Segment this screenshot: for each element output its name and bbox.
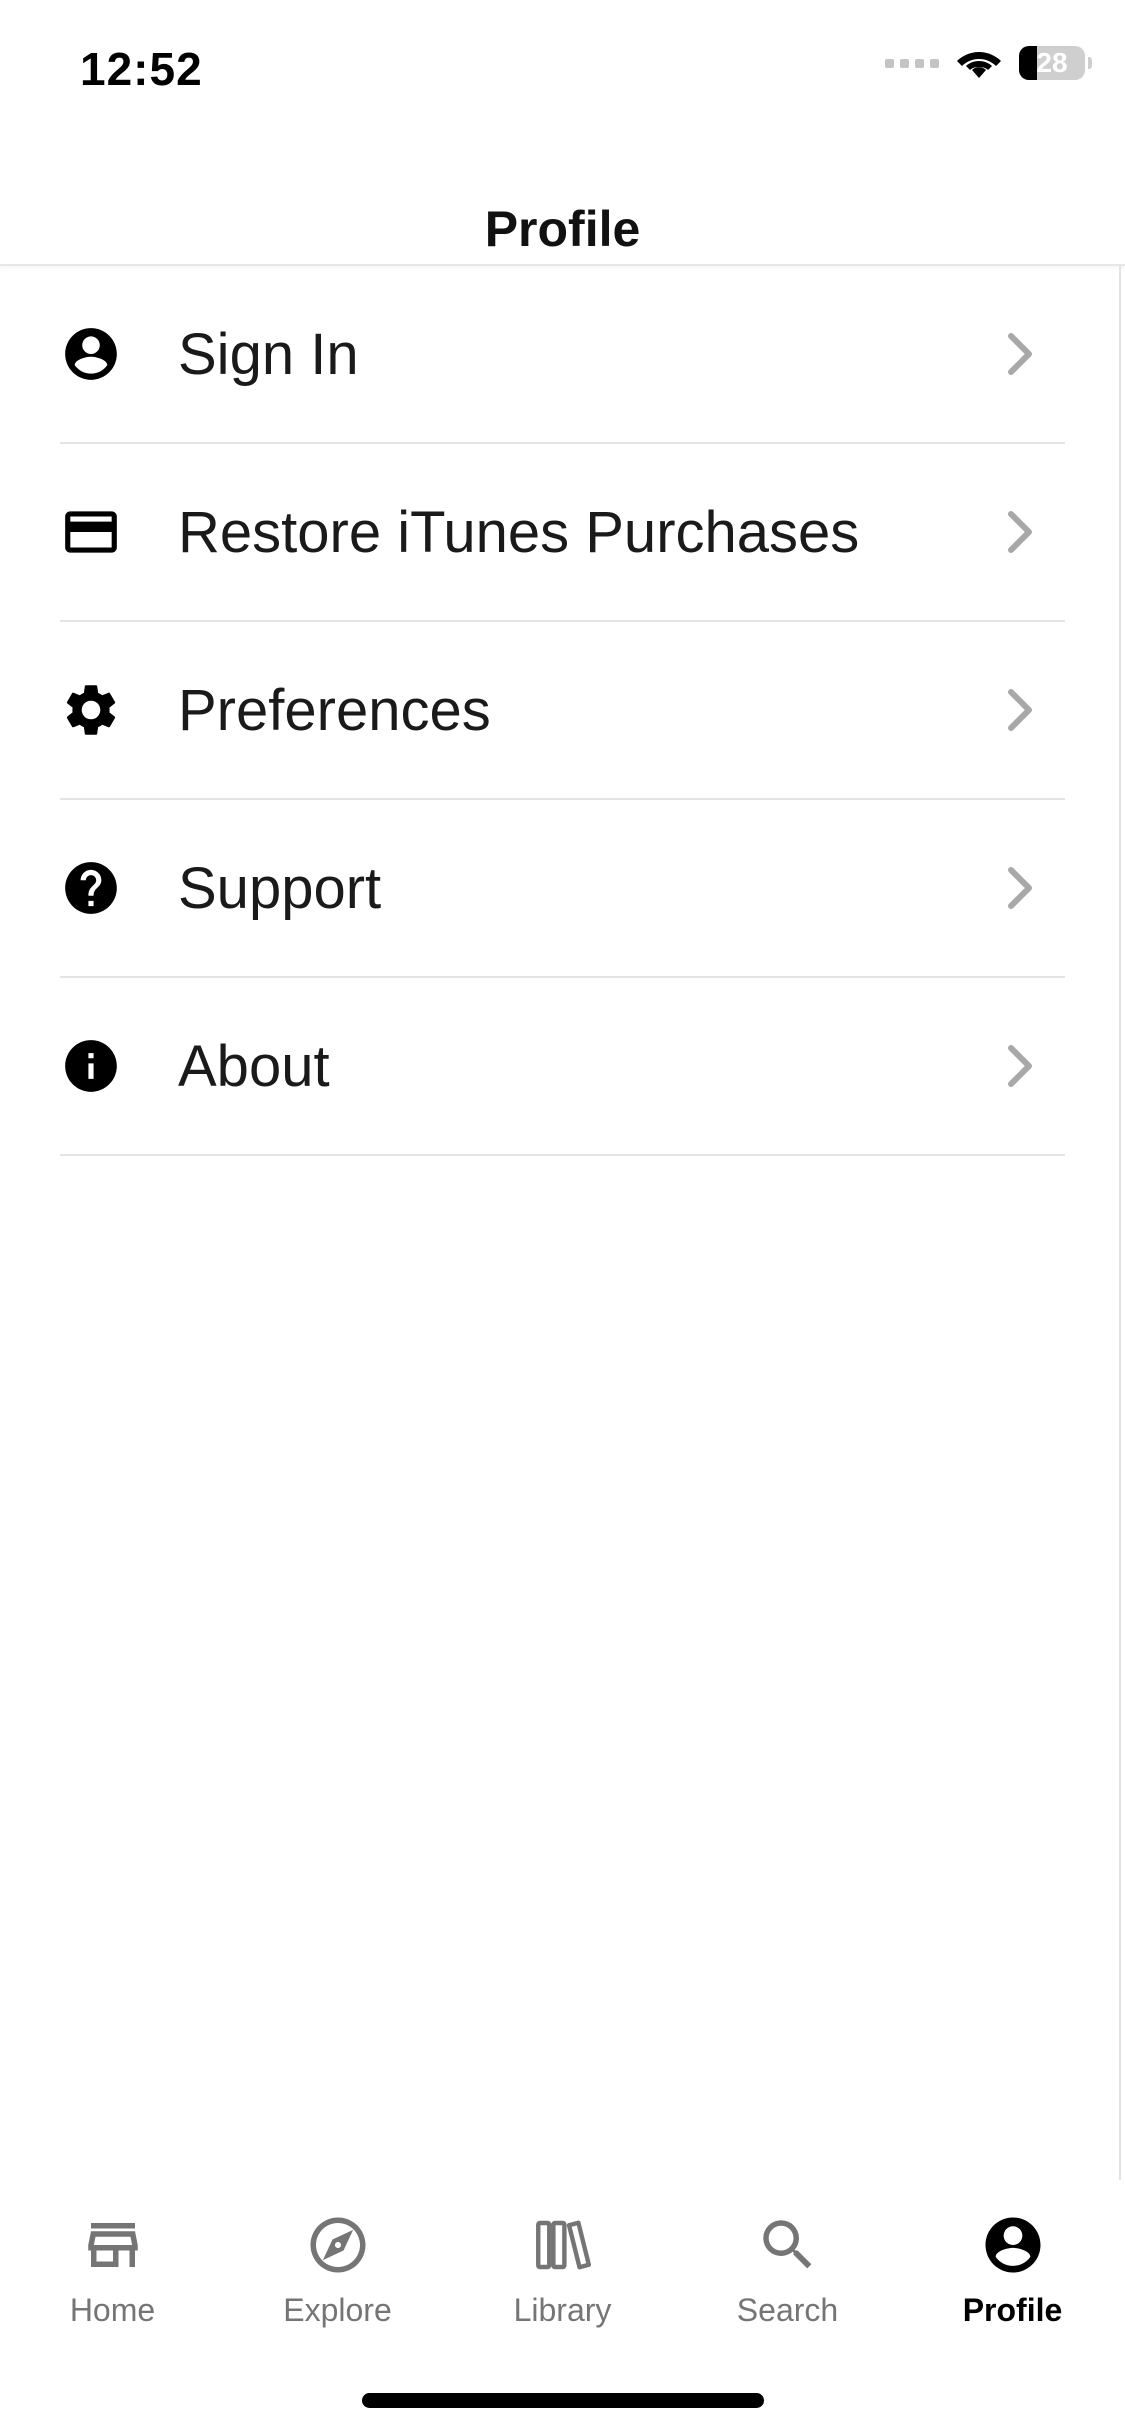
library-books-icon <box>530 2212 596 2278</box>
info-circle-icon <box>60 1035 122 1097</box>
menu-item-preferences[interactable]: Preferences <box>60 622 1065 800</box>
menu-item-label: Support <box>178 855 382 921</box>
search-icon <box>755 2212 821 2278</box>
status-indicators: 28 <box>885 46 1092 80</box>
status-time: 12:52 <box>80 43 203 95</box>
menu-item-sign-in[interactable]: Sign In <box>60 266 1065 444</box>
status-bar: 12:52 28 <box>0 0 1125 132</box>
menu-item-label: About <box>178 1033 330 1099</box>
menu-item-label: Preferences <box>178 677 491 743</box>
help-circle-icon <box>60 857 122 919</box>
menu-item-label: Restore iTunes Purchases <box>178 499 860 565</box>
tab-label: Profile <box>962 2292 1063 2328</box>
tab-label: Explore <box>283 2292 392 2328</box>
store-icon <box>80 2212 146 2278</box>
profile-menu-list: Sign In Restore iTunes Purchases Prefere… <box>60 266 1065 1156</box>
tab-label: Library <box>513 2292 612 2328</box>
gear-icon <box>60 679 122 741</box>
home-indicator[interactable] <box>362 2393 764 2408</box>
menu-item-about[interactable]: About <box>60 978 1065 1156</box>
tab-label: Home <box>69 2292 156 2328</box>
battery-icon: 28 <box>1019 46 1092 80</box>
chevron-right-icon <box>1007 1044 1035 1088</box>
tab-home[interactable]: Home <box>0 2180 225 2360</box>
tab-explore[interactable]: Explore <box>225 2180 450 2360</box>
chevron-right-icon <box>1007 332 1035 376</box>
account-circle-icon <box>980 2212 1046 2278</box>
navigation-header: Profile <box>0 132 1125 266</box>
menu-item-restore-purchases[interactable]: Restore iTunes Purchases <box>60 444 1065 622</box>
menu-item-support[interactable]: Support <box>60 800 1065 978</box>
battery-level: 28 <box>1036 47 1068 78</box>
tab-search[interactable]: Search <box>675 2180 900 2360</box>
tab-bar: Home Explore Library Search Profile <box>0 2180 1125 2360</box>
chevron-right-icon <box>1007 510 1035 554</box>
page-title: Profile <box>484 201 641 257</box>
compass-icon <box>305 2212 371 2278</box>
tab-label: Search <box>736 2292 839 2328</box>
wifi-icon <box>957 52 1001 78</box>
menu-item-label: Sign In <box>178 321 359 387</box>
scroll-indicator <box>1119 266 1121 2186</box>
credit-card-icon <box>60 501 122 563</box>
cellular-signal-icon <box>885 58 939 68</box>
chevron-right-icon <box>1007 866 1035 910</box>
chevron-right-icon <box>1007 688 1035 732</box>
account-circle-icon <box>60 323 122 385</box>
tab-library[interactable]: Library <box>450 2180 675 2360</box>
tab-profile[interactable]: Profile <box>900 2180 1125 2360</box>
